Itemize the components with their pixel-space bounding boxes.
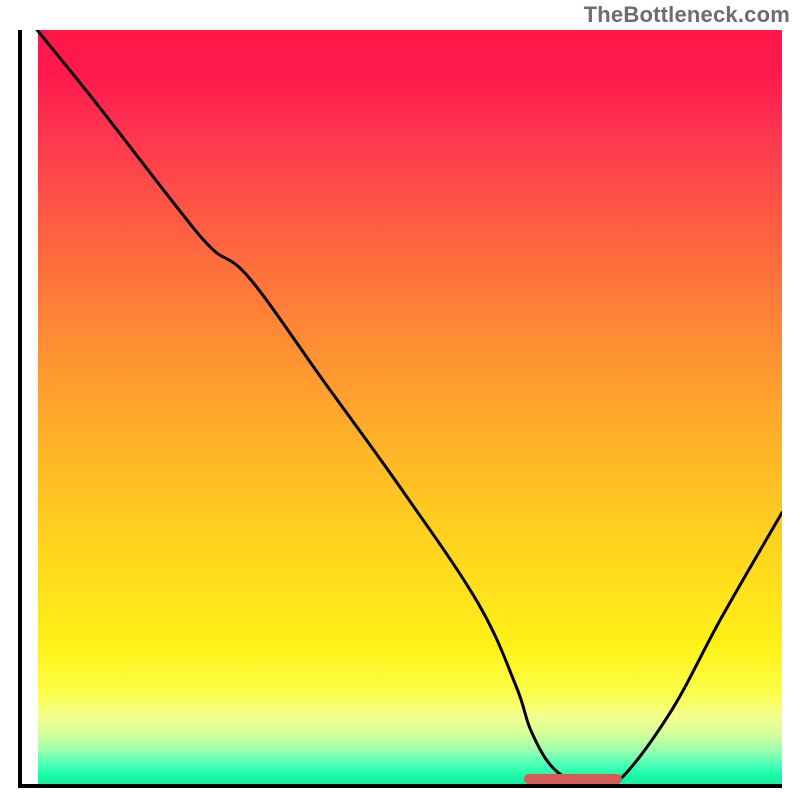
optimum-marker (524, 774, 623, 784)
watermark-text: TheBottleneck.com (584, 2, 790, 28)
plot-area (22, 30, 782, 784)
chart-frame: TheBottleneck.com (0, 0, 800, 800)
axes (18, 30, 782, 788)
curve-layer (22, 30, 782, 784)
curve-path (37, 30, 782, 784)
